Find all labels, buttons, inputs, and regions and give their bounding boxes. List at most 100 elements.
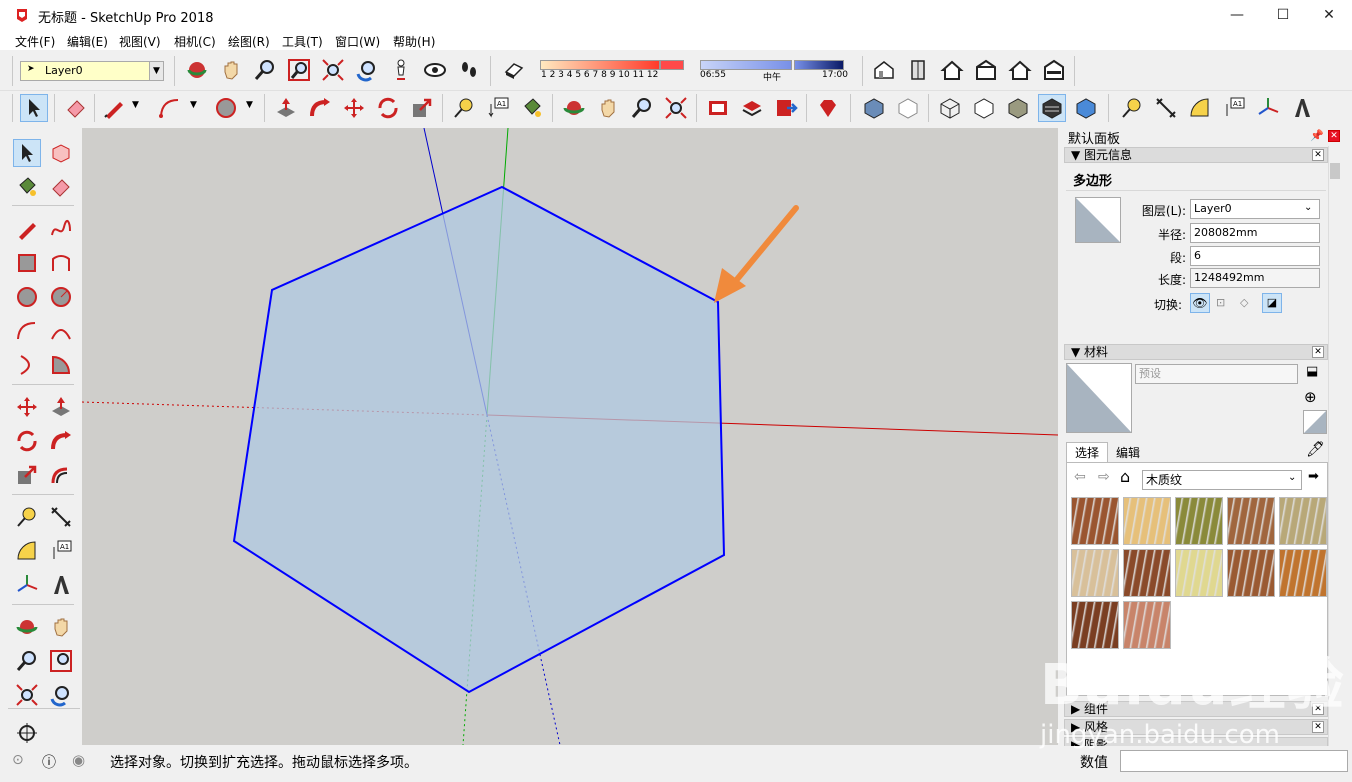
3d-text-icon[interactable]	[1288, 94, 1316, 122]
protractor-icon[interactable]	[13, 537, 41, 565]
material-swatch[interactable]	[1227, 497, 1275, 545]
layer-dropdown[interactable]: ➤ Layer0	[20, 61, 164, 81]
hexagon-face[interactable]	[232, 185, 726, 694]
tape-measure-icon[interactable]	[1118, 94, 1146, 122]
iso-view-icon[interactable]	[870, 56, 898, 84]
wireframe-icon[interactable]	[936, 94, 964, 122]
3d-text-icon[interactable]	[47, 571, 75, 599]
material-swatch[interactable]	[1071, 497, 1119, 545]
previous-view-icon[interactable]	[47, 681, 75, 709]
shaded-icon[interactable]	[1004, 94, 1032, 122]
hidden-line-icon[interactable]	[970, 94, 998, 122]
menu-help[interactable]: 帮助(H)	[393, 33, 435, 50]
protractor-icon[interactable]	[1186, 94, 1214, 122]
offset-icon[interactable]	[47, 461, 75, 489]
look-around-icon[interactable]	[421, 56, 449, 84]
rotate-tool-icon[interactable]	[374, 94, 402, 122]
menu-window[interactable]: 窗口(W)	[335, 33, 380, 50]
circle-icon[interactable]	[13, 283, 41, 311]
push-pull-icon[interactable]	[47, 393, 75, 421]
lock-toggle-icon[interactable]: ⊡	[1216, 296, 1225, 309]
forward-arrow-icon[interactable]: ⇨	[1098, 469, 1110, 485]
maximize-button[interactable]: ☐	[1260, 0, 1306, 30]
paint-bucket-icon[interactable]	[13, 173, 41, 201]
menu-tools[interactable]: 工具(T)	[282, 33, 323, 50]
month-slider-thumb[interactable]	[660, 60, 684, 70]
walk-icon[interactable]	[455, 56, 483, 84]
freehand-icon[interactable]	[47, 215, 75, 243]
tray-scrollbar-thumb[interactable]	[1330, 163, 1340, 179]
text-tool-icon[interactable]: A1	[484, 94, 512, 122]
menu-edit[interactable]: 编辑(E)	[67, 33, 108, 50]
menu-camera[interactable]: 相机(C)	[174, 33, 216, 50]
3d-warehouse-icon[interactable]	[704, 94, 732, 122]
minimize-button[interactable]: —	[1214, 0, 1260, 30]
monochrome-icon[interactable]	[1072, 94, 1100, 122]
back-edges-icon[interactable]	[894, 94, 922, 122]
select-tool-icon[interactable]	[20, 94, 48, 122]
zoom-extents-icon[interactable]	[319, 56, 347, 84]
orbit-icon[interactable]	[183, 56, 211, 84]
axes-tool-icon[interactable]	[13, 571, 41, 599]
text-tool-icon[interactable]: A1	[47, 537, 75, 565]
follow-me-icon[interactable]	[306, 94, 334, 122]
home-icon[interactable]: ⌂	[1120, 467, 1130, 486]
chevron-down-icon[interactable]: ⌄	[1304, 202, 1312, 213]
model-viewport[interactable]	[82, 128, 1058, 745]
dimension-icon[interactable]	[47, 503, 75, 531]
entity-material-swatch[interactable]	[1075, 197, 1121, 243]
menu-draw[interactable]: 绘图(R)	[228, 33, 270, 50]
materials-header[interactable]: ▼ 材料	[1064, 344, 1328, 360]
shaded-textures-icon[interactable]	[1038, 94, 1066, 122]
segments-field[interactable]: 6	[1190, 246, 1320, 266]
rotate-tool-icon[interactable]	[13, 427, 41, 455]
material-swatch[interactable]	[1123, 497, 1171, 545]
tray-close-button[interactable]: ✕	[1328, 130, 1340, 142]
left-view-icon[interactable]	[1040, 56, 1068, 84]
right-view-icon[interactable]	[972, 56, 1000, 84]
line-tool-icon[interactable]	[100, 94, 128, 122]
radius-field[interactable]: 208082mm	[1190, 223, 1320, 243]
zoom-extents-icon[interactable]	[662, 94, 690, 122]
zoom-window-icon[interactable]	[47, 647, 75, 675]
details-arrow-icon[interactable]: ➡	[1308, 469, 1319, 484]
material-swatch[interactable]	[1123, 549, 1171, 597]
top-view-icon[interactable]	[904, 56, 932, 84]
arc-tool-icon[interactable]	[13, 317, 41, 345]
create-material-icon[interactable]: ⬓	[1306, 364, 1318, 379]
select-tool-icon[interactable]	[13, 139, 41, 167]
eyedropper-icon[interactable]: 🖊	[1306, 440, 1325, 458]
polygon-icon[interactable]	[47, 283, 75, 311]
chevron-down-icon[interactable]: ▼	[190, 100, 197, 110]
shape-tool-icon[interactable]	[212, 94, 240, 122]
time-slider-end[interactable]	[794, 60, 844, 70]
pan-icon[interactable]	[594, 94, 622, 122]
visible-toggle-icon[interactable]: 👁	[1190, 293, 1210, 313]
receive-shadows-icon[interactable]: ◇	[1240, 296, 1248, 309]
orbit-icon[interactable]	[13, 613, 41, 641]
dimension-icon[interactable]	[1152, 94, 1180, 122]
geo-location-icon[interactable]: ⊙	[12, 752, 24, 768]
two-point-arc-icon[interactable]	[47, 317, 75, 345]
text-tool-icon[interactable]: A1	[1220, 94, 1248, 122]
extension-warehouse-icon[interactable]	[738, 94, 766, 122]
material-swatch[interactable]	[1227, 549, 1275, 597]
make-component-icon[interactable]	[47, 139, 75, 167]
zoom-icon[interactable]	[628, 94, 656, 122]
zoom-icon[interactable]	[13, 647, 41, 675]
shadows-toggle-icon[interactable]	[500, 56, 528, 84]
material-swatch[interactable]	[1279, 549, 1327, 597]
tape-measure-icon[interactable]	[13, 503, 41, 531]
scale-tool-icon[interactable]	[408, 94, 436, 122]
zoom-extents-icon[interactable]	[13, 681, 41, 709]
three-point-arc-icon[interactable]	[13, 351, 41, 379]
back-view-icon[interactable]	[1006, 56, 1034, 84]
front-view-icon[interactable]	[938, 56, 966, 84]
display-secondary-icon[interactable]: ⊕	[1304, 388, 1317, 406]
material-swatch[interactable]	[1175, 549, 1223, 597]
entity-info-header[interactable]: ▼ 图元信息	[1064, 147, 1328, 163]
section-plane-icon[interactable]	[13, 719, 41, 747]
info-icon[interactable]: ⓘ	[42, 752, 56, 772]
sample-paint-swatch[interactable]	[1303, 410, 1327, 434]
previous-view-icon[interactable]	[353, 56, 381, 84]
